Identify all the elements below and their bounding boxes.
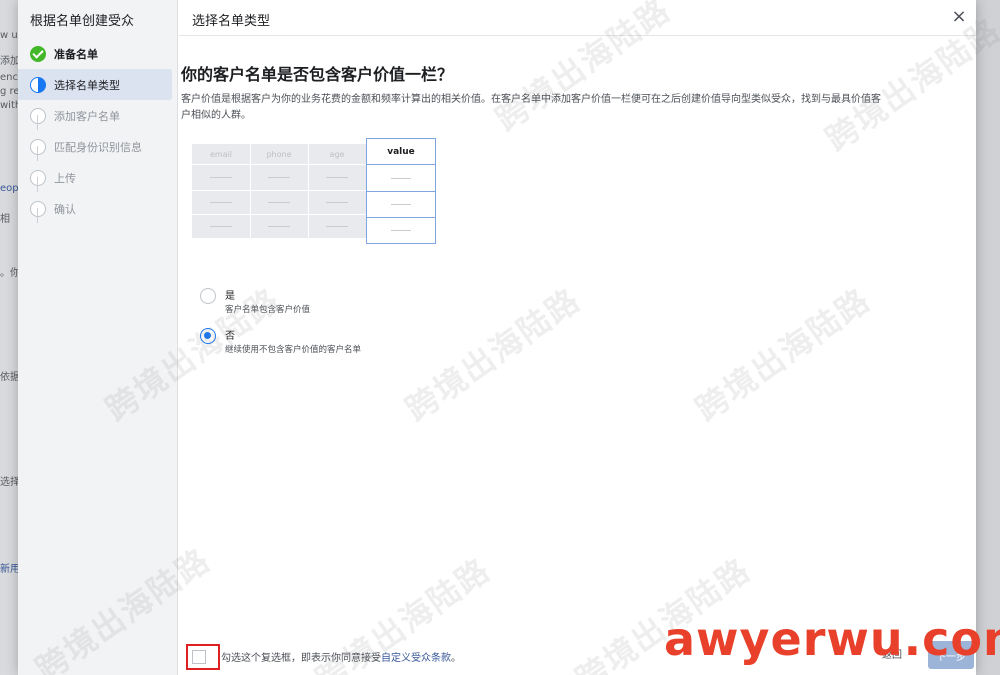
divider: [250, 144, 251, 238]
step-label: 选择名单类型: [54, 78, 120, 92]
question-heading: 你的客户名单是否包含客户价值一栏？: [181, 65, 454, 84]
placeholder-dash: [268, 177, 290, 178]
placeholder-dash: [326, 226, 348, 227]
bg-fragment: 添加: [0, 56, 18, 67]
step-label: 添加客户名单: [54, 109, 120, 123]
placeholder-dash: [326, 177, 348, 178]
divider: [192, 214, 366, 215]
step-label: 准备名单: [54, 47, 98, 61]
divider: [367, 191, 435, 192]
radio-label: 否: [225, 331, 235, 342]
step-label: 匹配身份识别信息: [54, 140, 142, 154]
terms-prefix: 勾选这个复选框，即表示你同意接受: [221, 653, 381, 664]
step-choose-list-type[interactable]: 选择名单类型: [18, 69, 172, 100]
step-confirm: 确认: [18, 193, 178, 224]
bg-fragment: w us: [0, 30, 18, 41]
bg-fragment: 相: [0, 214, 10, 225]
modal-header: 选择名单类型 ×: [179, 0, 976, 36]
placeholder-dash: [326, 202, 348, 203]
sample-columns-table: email phone age: [192, 144, 366, 238]
description-text: 客户价值是根据客户为你的业务花费的金额和频率计算出的相关价值。在客户名单中添加客…: [181, 94, 881, 121]
placeholder-dash: [268, 226, 290, 227]
step-list: 准备名单 选择名单类型 添加客户名单 匹配身份识别信息 上传 确认: [18, 38, 178, 224]
modal-title: 选择名单类型: [192, 14, 271, 29]
background-left-strip: w us 添加 ence g re with eop 相 。你 依据 选择 新用: [0, 0, 18, 675]
radio-option-no[interactable]: 否 继续使用不包含客户价值的客户名单: [200, 326, 500, 360]
steps-sidebar: 根据名单创建受众 准备名单 选择名单类型 添加客户名单 匹配身份识别信息 上传: [18, 0, 178, 675]
empty-circle-icon: [30, 107, 46, 124]
divider: [192, 190, 366, 191]
check-circle-icon: [30, 45, 46, 62]
radio-button[interactable]: [200, 288, 216, 304]
radio-label: 是: [225, 291, 235, 302]
step-connector: [37, 115, 38, 130]
radio-button[interactable]: [200, 328, 216, 344]
bg-fragment: 选择: [0, 477, 18, 488]
bg-fragment: 新用: [0, 564, 18, 575]
radio-description: 继续使用不包含客户价值的客户名单: [225, 345, 362, 355]
radio-option-yes[interactable]: 是 客户名单包含客户价值: [200, 286, 500, 320]
step-connector: [37, 177, 38, 192]
step-prepare-list[interactable]: 准备名单: [18, 38, 178, 69]
brand-logo: awyerwu.com: [664, 612, 1000, 666]
close-button[interactable]: ×: [948, 6, 970, 28]
placeholder-dash: [391, 178, 411, 179]
customer-value-illustration: email phone age value: [192, 138, 438, 244]
placeholder-dash: [210, 226, 232, 227]
step-connector: [37, 146, 38, 161]
terms-text: 勾选这个复选框，即表示你同意接受自定义受众条款。: [221, 649, 461, 664]
divider: [192, 164, 366, 165]
step-upload: 上传: [18, 162, 178, 193]
step-label: 上传: [54, 171, 76, 185]
divider: [367, 217, 435, 218]
step-match-identifiers: 匹配身份识别信息: [18, 131, 178, 162]
placeholder-dash: [210, 202, 232, 203]
placeholder-dash: [391, 204, 411, 205]
column-header-age: age: [329, 149, 345, 159]
bg-fragment: ence: [0, 72, 18, 83]
bg-fragment: 依据: [0, 372, 18, 383]
value-column-table: value: [366, 138, 436, 244]
radio-description: 客户名单包含客户价值: [225, 305, 311, 315]
placeholder-dash: [210, 177, 232, 178]
terms-checkbox-highlight[interactable]: [186, 644, 220, 670]
empty-circle-icon: [30, 200, 46, 217]
empty-circle-icon: [30, 169, 46, 186]
bg-fragment: 。你: [0, 268, 18, 279]
step-label: 确认: [54, 202, 76, 216]
divider: [308, 144, 309, 238]
column-header-value: value: [367, 139, 435, 165]
column-header-email: email: [209, 149, 233, 159]
terms-checkbox[interactable]: [192, 650, 206, 664]
step-add-customer-list: 添加客户名单: [18, 100, 178, 131]
terms-suffix: 。: [451, 653, 461, 664]
terms-link[interactable]: 自定义受众条款: [381, 653, 451, 664]
sidebar-title: 根据名单创建受众: [30, 14, 135, 29]
step-connector: [37, 208, 38, 223]
column-header-phone: phone: [266, 149, 292, 159]
bg-fragment: with: [0, 100, 18, 111]
half-circle-icon: [30, 76, 46, 93]
bg-fragment: g re: [0, 86, 18, 97]
placeholder-dash: [268, 202, 290, 203]
placeholder-dash: [391, 230, 411, 231]
background-right-strip: [976, 0, 1000, 675]
bg-fragment: eop: [0, 183, 18, 194]
empty-circle-icon: [30, 138, 46, 155]
